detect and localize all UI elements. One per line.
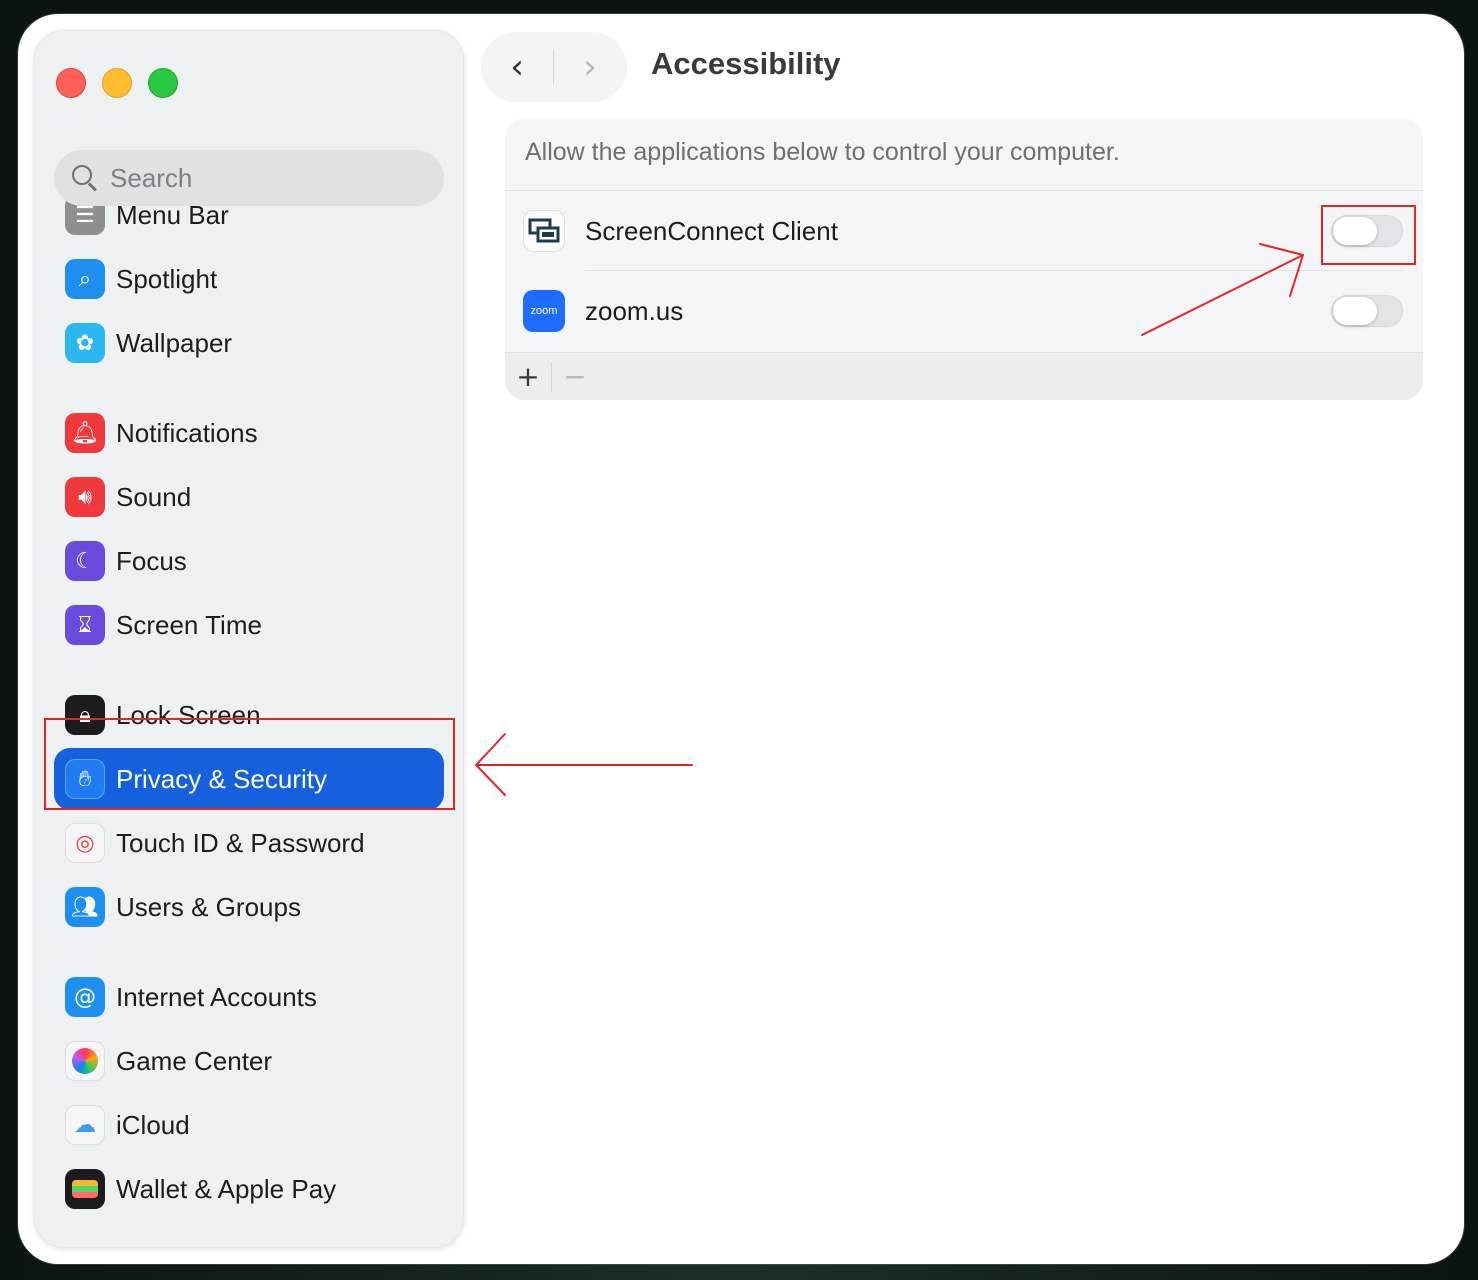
- hourglass-icon: ⌛︎: [65, 605, 105, 645]
- app-name: zoom.us: [585, 295, 684, 326]
- sidebar: ☰ Menu Bar ⌕ Spotlight ✿ Wallpaper 🔔︎ No…: [34, 30, 464, 1248]
- panel-footer: + −: [505, 352, 1423, 400]
- sidebar-item-sound[interactable]: 🔊︎ Sound: [54, 466, 444, 528]
- sidebar-item-wallpaper[interactable]: ✿ Wallpaper: [54, 312, 444, 374]
- close-button[interactable]: [56, 68, 86, 98]
- moon-icon: ☾: [65, 541, 105, 581]
- sidebar-item-notifications[interactable]: 🔔︎ Notifications: [54, 402, 444, 464]
- sidebar-item-spotlight[interactable]: ⌕ Spotlight: [54, 248, 444, 310]
- sidebar-item-label: iCloud: [116, 1109, 190, 1140]
- app-row-zoom: zoom zoom.us: [505, 271, 1423, 351]
- zoom-icon: zoom: [523, 290, 565, 332]
- page-title: Accessibility: [651, 46, 841, 81]
- sidebar-item-internet-accounts[interactable]: @ Internet Accounts: [54, 966, 444, 1028]
- sidebar-item-label: Focus: [116, 545, 187, 576]
- add-button[interactable]: +: [505, 353, 551, 401]
- sidebar-item-focus[interactable]: ☾ Focus: [54, 530, 444, 592]
- flower-icon: ✿: [65, 323, 105, 363]
- sidebar-item-screen-time[interactable]: ⌛︎ Screen Time: [54, 594, 444, 656]
- minimize-button[interactable]: [102, 68, 132, 98]
- zoom-toggle[interactable]: [1331, 295, 1403, 327]
- sidebar-item-label: Sound: [116, 481, 192, 512]
- accessibility-apps-panel: Allow the applications below to control …: [505, 118, 1423, 400]
- sidebar-item-label: Touch ID & Password: [116, 827, 365, 858]
- sidebar-item-wallet[interactable]: Wallet & Apple Pay: [54, 1158, 444, 1220]
- search-field[interactable]: [54, 150, 444, 206]
- app-name: ScreenConnect Client: [585, 215, 838, 246]
- sidebar-item-label: Game Center: [116, 1045, 273, 1076]
- sidebar-item-users-groups[interactable]: 👥︎ Users & Groups: [54, 876, 444, 938]
- fingerprint-icon: ◎: [65, 823, 105, 863]
- highlight-box-privacy: [44, 718, 455, 810]
- bell-icon: 🔔︎: [65, 413, 105, 453]
- cloud-icon: ☁: [65, 1105, 105, 1145]
- speaker-icon: 🔊︎: [65, 477, 105, 517]
- remove-button[interactable]: −: [552, 353, 598, 401]
- search-input[interactable]: [110, 162, 410, 194]
- game-center-icon: [65, 1041, 105, 1081]
- search-icon: [70, 163, 100, 193]
- users-icon: 👥︎: [65, 887, 105, 927]
- app-row-screenconnect: ScreenConnect Client: [505, 191, 1423, 271]
- wallet-icon: [65, 1169, 105, 1209]
- sidebar-item-label: Spotlight: [116, 263, 218, 294]
- sidebar-item-label: Wallet & Apple Pay: [116, 1173, 337, 1204]
- sidebar-item-label: Internet Accounts: [116, 981, 317, 1012]
- sidebar-item-touch-id[interactable]: ◎ Touch ID & Password: [54, 812, 444, 874]
- navigation-buttons: ‹ ›: [481, 32, 627, 102]
- magnifier-icon: ⌕: [65, 259, 105, 299]
- forward-button[interactable]: ›: [554, 32, 626, 102]
- at-icon: @: [65, 977, 105, 1017]
- system-settings-window: ☰ Menu Bar ⌕ Spotlight ✿ Wallpaper 🔔︎ No…: [18, 14, 1464, 1264]
- zoom-button[interactable]: [148, 68, 178, 98]
- sidebar-item-game-center[interactable]: Game Center: [54, 1030, 444, 1092]
- sidebar-item-label: Users & Groups: [116, 891, 301, 922]
- screenconnect-icon: [523, 210, 565, 252]
- window-controls: [56, 68, 178, 98]
- highlight-box-toggle: [1321, 205, 1416, 265]
- sidebar-item-label: Notifications: [116, 417, 258, 448]
- sidebar-item-label: Wallpaper: [116, 327, 233, 358]
- sidebar-item-label: Screen Time: [116, 609, 262, 640]
- back-button[interactable]: ‹: [481, 32, 553, 102]
- panel-description: Allow the applications below to control …: [525, 138, 1120, 166]
- sidebar-item-icloud[interactable]: ☁ iCloud: [54, 1094, 444, 1156]
